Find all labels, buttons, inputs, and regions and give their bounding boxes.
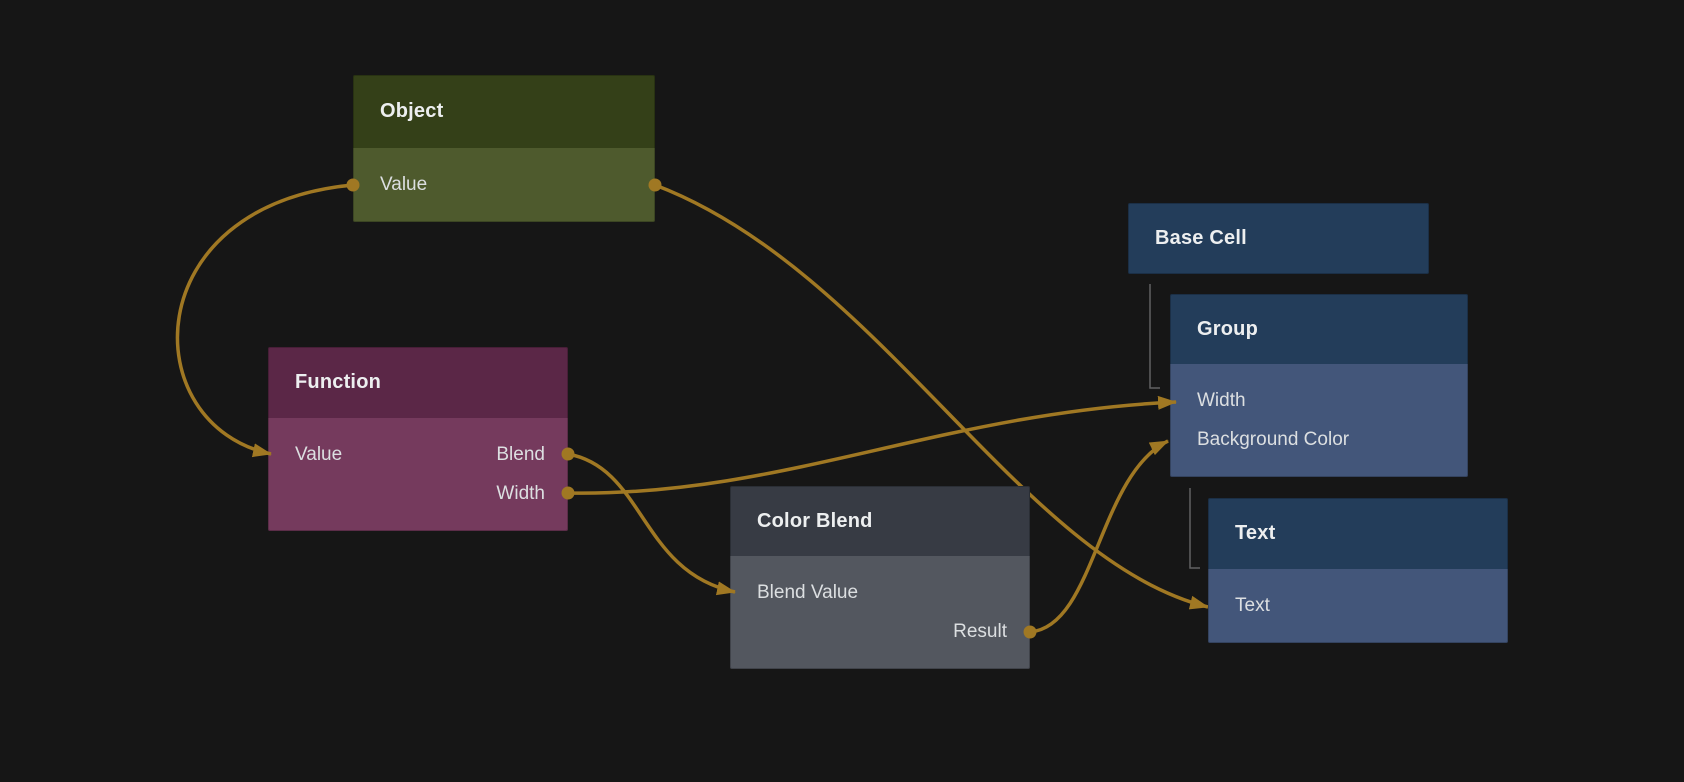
node-color-blend[interactable]: Color Blend Blend Value Result [730,486,1030,669]
port-row-result: Result [730,612,1030,651]
output-port-label-blend: Blend [496,444,545,466]
port-row-value-blend: Value Blend [268,435,568,474]
port-row-width: Width [268,474,568,513]
node-group[interactable]: Group Width Background Color [1170,294,1468,477]
port-row-width: Width [1170,381,1468,420]
output-port-function-blend[interactable] [562,448,575,461]
output-port-color-blend-result[interactable] [1024,626,1037,639]
node-title: Text [1235,522,1275,545]
node-title: Function [295,371,381,394]
output-port-object-value-right[interactable] [649,179,662,192]
output-port-function-width[interactable] [562,487,575,500]
port-row-text: Text [1208,586,1508,625]
wire-color-blend-result-to-group-background-color[interactable] [1030,441,1168,632]
wire-function-blend-to-color-blend-blend-value[interactable] [568,454,735,592]
node-function[interactable]: Function Value Blend Width [268,347,568,531]
node-title: Color Blend [757,510,873,533]
input-port-label-background-color: Background Color [1197,429,1349,451]
tree-connector-base-cell-to-group [1150,284,1160,388]
output-port-label-width: Width [496,483,545,505]
input-port-label-width: Width [1197,390,1246,412]
port-row-value: Value [353,165,655,204]
node-title: Object [380,100,443,123]
output-port-label-result: Result [953,621,1007,643]
node-title: Base Cell [1155,227,1247,250]
port-label-value: Value [380,174,427,196]
input-port-label-text: Text [1235,595,1270,617]
input-port-label-blend-value: Blend Value [757,582,858,604]
node-title: Group [1197,318,1258,341]
port-row-background-color: Background Color [1170,420,1468,459]
input-port-label-value: Value [295,444,342,466]
tree-connector-group-to-text [1190,488,1200,568]
wire-function-width-to-group-width[interactable] [568,402,1176,493]
port-row-blend-value: Blend Value [730,573,1030,612]
node-object[interactable]: Object Value [353,75,655,222]
node-graph-canvas[interactable]: Object Value Function Value Blend Width … [0,0,1684,782]
output-port-object-value-left[interactable] [347,179,360,192]
node-text[interactable]: Text Text [1208,498,1508,643]
node-base-cell[interactable]: Base Cell [1128,203,1429,274]
